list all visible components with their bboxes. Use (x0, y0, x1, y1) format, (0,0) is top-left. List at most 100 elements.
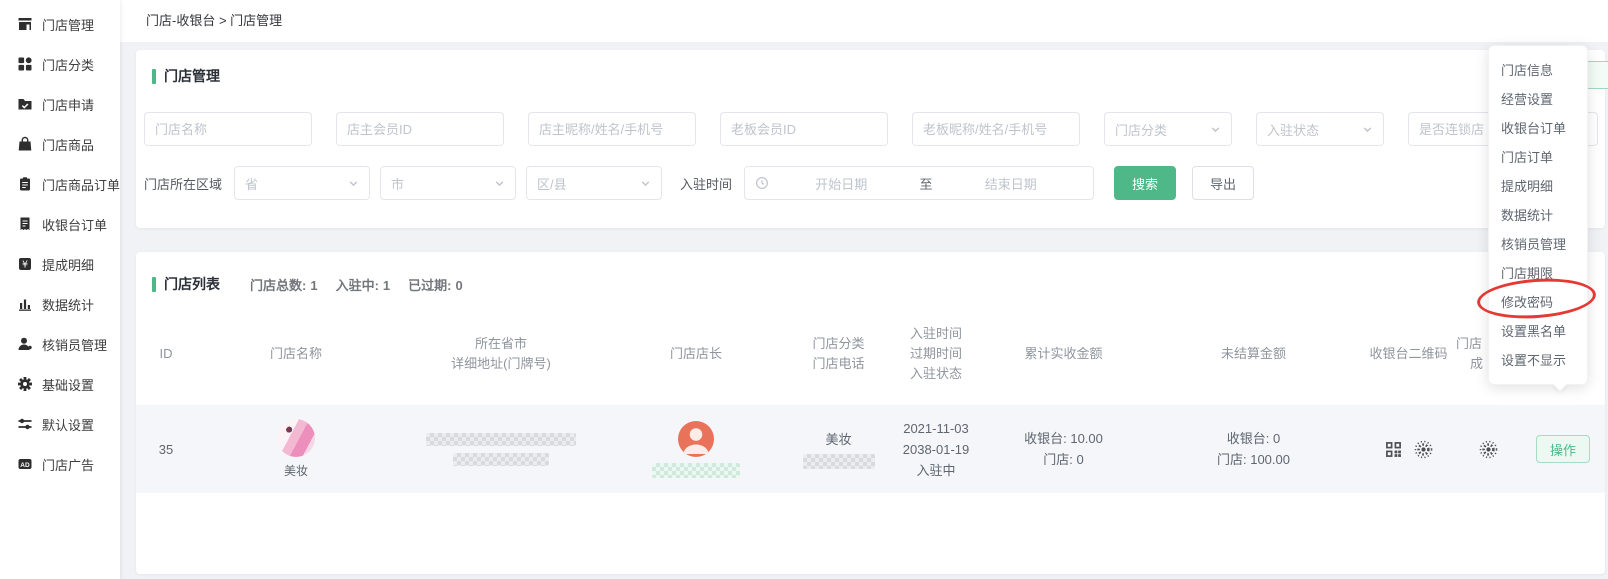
round-qr-code-icon[interactable] (1479, 440, 1498, 459)
sidebar-item-label: 收银台订单 (42, 215, 107, 234)
shopping-bag-icon (17, 136, 33, 152)
menu-item-business-settings[interactable]: 经营设置 (1489, 85, 1587, 114)
store-category-select[interactable]: 门店分类 (1104, 112, 1232, 146)
filter-row-2: 门店所在区域 省 市 区/县 入驻时间 开始日期 至 结束日期 搜索 导出 (144, 166, 1254, 200)
sidebar-item-verifier-manage[interactable]: 核销员管理 (0, 324, 120, 364)
receipt-icon (17, 216, 33, 232)
stat-active: 入驻中:1 (336, 275, 391, 294)
folder-check-icon (17, 96, 33, 112)
green-bar-marker (152, 69, 156, 84)
clipboard-icon (17, 176, 33, 192)
boss-member-id-input[interactable] (720, 112, 888, 146)
menu-item-set-blacklist[interactable]: 设置黑名单 (1489, 317, 1587, 346)
redacted-manager-name (652, 463, 740, 478)
sidebar-item-commission-detail[interactable]: ¥ 提成明细 (0, 244, 120, 284)
sidebar-item-label: 门店分类 (42, 55, 94, 74)
sidebar-item-label: 门店商品 (42, 135, 94, 154)
region-label: 门店所在区域 (144, 174, 222, 193)
sidebar-item-label: 提成明细 (42, 255, 94, 274)
sidebar-item-store-category[interactable]: 门店分类 (0, 44, 120, 84)
sidebar-item-store-goods-orders[interactable]: 门店商品订单 (0, 164, 120, 204)
cell-id: 35 (136, 442, 196, 457)
chevron-down-icon (494, 178, 505, 189)
person-icon (17, 336, 33, 352)
boss-info-input[interactable] (912, 112, 1080, 146)
redacted-address-line2 (453, 453, 549, 466)
breadcrumb: 门店-收银台 > 门店管理 (146, 0, 282, 42)
gear-icon (17, 376, 33, 392)
action-button[interactable]: 操作 (1536, 435, 1590, 463)
export-button[interactable]: 导出 (1192, 166, 1254, 200)
cell-time-status: 2021-11-03 2038-01-19 入驻中 (891, 418, 981, 481)
entry-status-select[interactable]: 入驻状态 (1256, 112, 1384, 146)
col-header-time-status: 入驻时间 过期时间 入驻状态 (891, 324, 981, 384)
manager-avatar (678, 421, 714, 457)
sidebar-item-label: 门店申请 (42, 95, 94, 114)
sidebar-item-cashier-orders[interactable]: 收银台订单 (0, 204, 120, 244)
sidebar-item-store-manage[interactable]: 门店管理 (0, 4, 120, 44)
sidebar-item-store-goods[interactable]: 门店商品 (0, 124, 120, 164)
district-select[interactable]: 区/县 (526, 166, 662, 200)
store-admin-app: 门店管理 门店分类 门店申请 门店商品 门店商品订单 收银台订单 (0, 0, 1608, 579)
entry-time-label: 入驻时间 (680, 174, 732, 193)
store-avatar (277, 419, 315, 457)
table-row: 35 美妆 美妆 2021-11-03 2038-01-19 (136, 405, 1605, 493)
sidebar-item-label: 门店管理 (42, 15, 94, 34)
sidebar-item-label: 门店广告 (42, 455, 94, 474)
store-name-input[interactable] (144, 112, 312, 146)
sidebar-item-label: 数据统计 (42, 295, 94, 314)
menu-item-verifier-manage[interactable]: 核销员管理 (1489, 230, 1587, 259)
category-grid-icon (17, 56, 33, 72)
chevron-down-icon (1362, 124, 1373, 135)
menu-item-store-info[interactable]: 门店信息 (1489, 56, 1587, 85)
menu-item-store-orders[interactable]: 门店订单 (1489, 143, 1587, 172)
qr-code-icon[interactable] (1385, 441, 1402, 458)
owner-member-id-input[interactable] (336, 112, 504, 146)
menu-item-commission-detail[interactable]: 提成明细 (1489, 172, 1587, 201)
cell-action: 操作 (1521, 435, 1605, 463)
sidebar-item-basic-settings[interactable]: 基础设置 (0, 364, 120, 404)
col-header-manager: 门店店长 (606, 344, 786, 364)
sidebar-item-label: 基础设置 (42, 375, 94, 394)
cell-category-phone: 美妆 (786, 429, 891, 469)
list-stats: 门店总数:1 入驻中:1 已过期:0 (250, 275, 481, 294)
stat-total: 门店总数:1 (250, 275, 318, 294)
date-range-separator: 至 (914, 174, 939, 193)
owner-info-input[interactable] (528, 112, 696, 146)
city-select[interactable]: 市 (380, 166, 516, 200)
stat-expired: 已过期:0 (408, 275, 463, 294)
menu-item-store-term[interactable]: 门店期限 (1489, 259, 1587, 288)
bar-chart-icon (17, 296, 33, 312)
table-header-row: ID 门店名称 所在省市 详细地址(门牌号) 门店店长 门店分类 门店电话 入驻… (136, 302, 1605, 405)
menu-item-data-statistics[interactable]: 数据统计 (1489, 201, 1587, 230)
clock-icon (755, 176, 769, 190)
cell-received: 收银台: 10.00 门店: 0 (981, 428, 1146, 470)
category-text: 美妆 (825, 429, 851, 450)
sliders-icon (17, 416, 33, 432)
svg-text:¥: ¥ (22, 260, 28, 271)
search-button[interactable]: 搜索 (1114, 166, 1176, 200)
menu-item-cashier-orders[interactable]: 收银台订单 (1489, 114, 1587, 143)
sidebar-item-data-statistics[interactable]: 数据统计 (0, 284, 120, 324)
round-qr-code-icon[interactable] (1414, 440, 1433, 459)
redacted-address-line1 (426, 433, 576, 446)
sidebar-item-label: 门店商品订单 (42, 175, 120, 194)
end-date-placeholder: 结束日期 (939, 174, 1084, 193)
cell-store-name: 美妆 (196, 419, 396, 479)
section-title-text: 门店管理 (164, 66, 220, 86)
cell-store-qr (1456, 440, 1521, 459)
date-range-picker[interactable]: 开始日期 至 结束日期 (744, 166, 1094, 200)
col-header-cashier-qr: 收银台二维码 (1361, 344, 1456, 364)
menu-item-set-hidden[interactable]: 设置不显示 (1489, 346, 1587, 375)
breadcrumb-bar: 门店-收银台 > 门店管理 (120, 0, 1608, 42)
storefront-icon (17, 16, 33, 32)
chevron-down-icon (1210, 124, 1221, 135)
expire-time: 2038-01-19 (903, 439, 970, 460)
ad-badge-icon: AD (17, 456, 33, 472)
sidebar-item-store-ads[interactable]: AD 门店广告 (0, 444, 120, 484)
menu-item-change-password[interactable]: 修改密码 (1489, 288, 1587, 317)
sidebar-item-store-apply[interactable]: 门店申请 (0, 84, 120, 124)
col-header-category-phone: 门店分类 门店电话 (786, 334, 891, 374)
province-select[interactable]: 省 (234, 166, 370, 200)
sidebar-item-default-settings[interactable]: 默认设置 (0, 404, 120, 444)
